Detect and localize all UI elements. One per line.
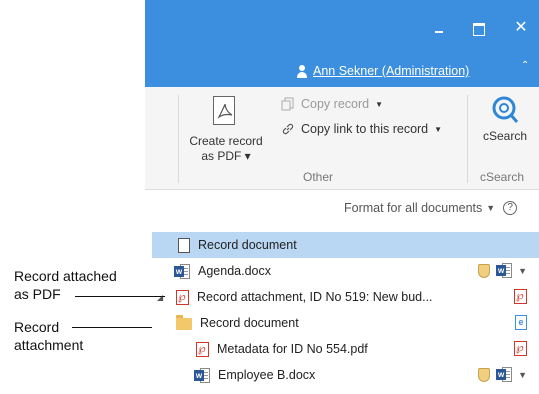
chevron-down-icon: ▼ [486, 203, 496, 213]
minimize-icon[interactable] [429, 18, 449, 38]
row-actions [514, 341, 527, 356]
word-icon: w [174, 263, 190, 279]
row-actions: e [515, 315, 527, 330]
user-account[interactable]: Ann Sekner (Administration) [296, 62, 469, 80]
create-pdf-label: Create record [189, 134, 263, 148]
link-icon [282, 123, 294, 135]
tree-item-label: Record document [198, 238, 297, 252]
chevron-down-icon: ▼ [375, 99, 384, 109]
pdf-icon [196, 341, 209, 357]
word-format-icon[interactable]: w [496, 263, 513, 278]
tree-item-employee-b[interactable]: w Employee B.docx w ▼ [152, 362, 539, 388]
row-actions: w ▼ [478, 367, 527, 382]
ribbon-separator [467, 95, 468, 183]
csearch-button[interactable]: cSearch [475, 95, 535, 144]
maximize-icon[interactable] [468, 18, 488, 38]
csearch-label: cSearch [482, 129, 528, 143]
group-label-other: Other [303, 170, 334, 184]
tree-item-label: Agenda.docx [198, 264, 271, 278]
chevron-down-icon[interactable]: ▼ [518, 266, 527, 276]
format-label: Format for all documents [344, 201, 483, 215]
row-actions [514, 289, 527, 304]
tree-item-label: Record attachment, ID No 519: New bud... [197, 290, 433, 304]
pdf-format-icon[interactable] [514, 341, 527, 356]
create-pdf-button[interactable]: Create record as PDF ▾ [183, 134, 269, 164]
copy-record-button[interactable]: Copy record ▼ [281, 97, 383, 111]
copy-record-label: Copy record [301, 97, 370, 111]
ribbon-separator [178, 95, 179, 183]
tree-item-label: Record document [200, 316, 299, 330]
annotation-record-attachment: Record attachment [14, 318, 83, 354]
create-pdf-dropdown-label: as PDF ▾ [201, 149, 251, 163]
ribbon: Create record as PDF ▾ Copy record ▼ Cop… [145, 87, 539, 190]
annotation-line1: Record attached [14, 268, 117, 284]
tree-item-label: Employee B.docx [218, 368, 316, 382]
annotation-pointer-line [72, 327, 152, 328]
help-icon[interactable]: ? [503, 201, 518, 215]
copy-link-button[interactable]: Copy link to this record ▼ [281, 122, 442, 136]
pdf-icon [176, 289, 189, 305]
annotation-record-attached-pdf: Record attached as PDF [14, 267, 117, 303]
user-icon [296, 64, 308, 78]
close-icon[interactable]: ✕ [511, 18, 531, 38]
word-icon: w [194, 367, 210, 383]
tree-item-metadata-pdf[interactable]: Metadata for ID No 554.pdf [152, 336, 539, 362]
tree-item-agenda[interactable]: w Agenda.docx w ▼ [152, 258, 539, 284]
pdf-format-icon[interactable] [514, 289, 527, 304]
row-actions: w ▼ [478, 263, 527, 278]
copy-icon [281, 97, 294, 111]
create-pdf-icon[interactable] [213, 96, 235, 125]
tree-item-record-document[interactable]: Record document [152, 232, 539, 258]
csearch-icon [492, 96, 519, 123]
pdf-glyph [217, 103, 233, 119]
title-bar: ✕ Ann Sekner (Administration) ⌃ [145, 0, 539, 87]
tree-item-record-folder[interactable]: Record document e [152, 310, 539, 336]
document-icon [178, 237, 190, 253]
expand-arrow-icon[interactable]: ◢ [157, 293, 163, 302]
copy-link-label: Copy link to this record [301, 122, 429, 136]
annotation-pointer-line [75, 296, 165, 297]
shield-icon [478, 263, 491, 278]
chevron-down-icon: ▼ [434, 124, 443, 134]
collapse-ribbon-icon[interactable]: ⌃ [521, 60, 529, 71]
tree-item-record-attachment-pdf[interactable]: Record attachment, ID No 519: New bud... [152, 284, 539, 310]
chevron-down-icon[interactable]: ▼ [518, 370, 527, 380]
shield-icon [478, 367, 491, 382]
annotation-line2: attachment [14, 337, 84, 353]
annotation-line2: as PDF [14, 286, 61, 302]
e-document-icon[interactable]: e [515, 315, 527, 330]
group-label-csearch: cSearch [480, 170, 525, 184]
user-name-link[interactable]: Ann Sekner (Administration) [313, 64, 469, 78]
word-format-icon[interactable]: w [496, 367, 513, 382]
folder-icon [176, 315, 192, 330]
tree-item-label: Metadata for ID No 554.pdf [217, 342, 368, 356]
format-all-documents[interactable]: Format for all documents ▼ ? [344, 201, 518, 215]
